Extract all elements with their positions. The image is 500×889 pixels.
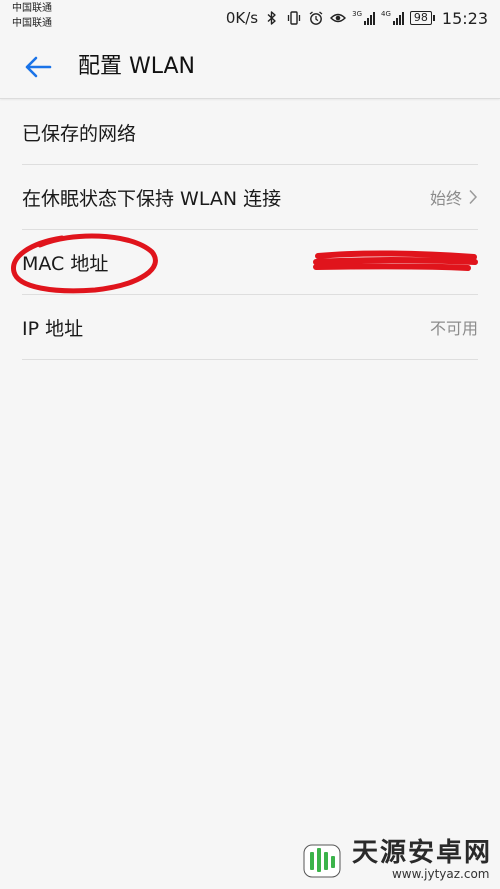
mac-address-label: MAC 地址 <box>22 252 109 275</box>
watermark-url: www.jytyaz.com <box>391 866 490 881</box>
watermark-title: 天源安卓网 <box>351 837 492 868</box>
signal-3g-icon: 3G <box>352 11 375 25</box>
app-bar: 配置 WLAN <box>0 36 500 99</box>
mac-address-item[interactable]: MAC 地址 <box>22 230 478 295</box>
carrier-label-2: 中国联通 <box>12 18 52 29</box>
ip-address-value: 不可用 <box>429 319 478 338</box>
clock: 15:23 <box>441 8 488 28</box>
wlan-config-screen: 中国联通 中国联通 0K/s 3G 4G 98 15:23 配置 WLAN 已保… <box>0 0 500 889</box>
saved-networks-label: 已保存的网络 <box>22 122 137 145</box>
bluetooth-icon <box>267 11 276 25</box>
page-title: 配置 WLAN <box>78 54 196 79</box>
keep-wlan-on-sleep-item[interactable]: 在休眠状态下保持 WLAN 连接 始终 <box>22 165 478 230</box>
battery-icon: 98 <box>409 11 435 25</box>
status-bar: 中国联通 中国联通 0K/s 3G 4G 98 15:23 <box>0 0 500 36</box>
vibrate-icon <box>287 11 301 25</box>
carrier-label-1: 中国联通 <box>12 3 52 14</box>
status-icons: 0K/s 3G 4G 98 15:23 <box>226 8 488 28</box>
settings-list: 已保存的网络 在休眠状态下保持 WLAN 连接 始终 MAC 地址 IP 地址 … <box>0 100 500 360</box>
keep-wlan-on-sleep-label: 在休眠状态下保持 WLAN 连接 <box>22 187 282 210</box>
watermark-text: 天源安卓网 www.jytyaz.com <box>352 838 492 881</box>
watermark: 天源安卓网 www.jytyaz.com <box>298 835 492 883</box>
alarm-icon <box>309 11 323 25</box>
ip-address-item[interactable]: IP 地址 不可用 <box>22 295 478 360</box>
android-logo-icon <box>303 844 341 878</box>
chevron-right-icon <box>469 189 478 205</box>
network-speed: 0K/s <box>225 9 259 27</box>
back-button[interactable] <box>18 50 58 84</box>
saved-networks-item[interactable]: 已保存的网络 <box>22 100 478 165</box>
eye-comfort-icon <box>330 13 347 23</box>
arrow-left-icon <box>25 56 52 78</box>
keep-wlan-on-sleep-value: 始终 <box>430 185 478 209</box>
signal-4g-icon: 4G <box>381 11 404 25</box>
ip-address-label: IP 地址 <box>22 317 84 340</box>
keep-wlan-value-text: 始终 <box>429 189 462 208</box>
